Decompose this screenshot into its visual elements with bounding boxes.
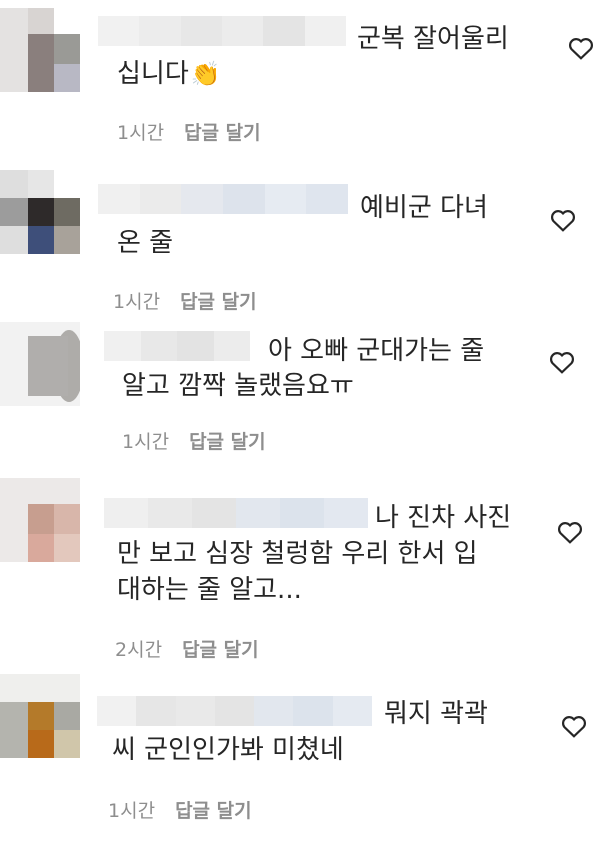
like-heart-icon[interactable] (557, 520, 583, 544)
comment-text: 알고 깜짝 놀랬음요ㅠ (122, 371, 354, 401)
avatar[interactable] (0, 8, 80, 92)
avatar-pixel (54, 34, 80, 64)
comment-text: 대하는 줄 알고... (117, 575, 302, 605)
comment-text: 군복 잘어울리 (357, 24, 509, 54)
timestamp: 1시간 (108, 800, 156, 822)
avatar-pixel (0, 8, 28, 92)
avatar[interactable] (0, 478, 80, 562)
like-heart-icon[interactable] (568, 36, 594, 60)
comment-text: 십니다👏 (117, 57, 221, 92)
comment-text-line: 십니다 (117, 59, 189, 89)
avatar-pixel (28, 226, 54, 254)
avatar-pixel (0, 198, 28, 226)
reply-button[interactable]: 답글 달기 (189, 427, 266, 454)
comment-meta: 1시간 답글 달기 (113, 287, 257, 314)
avatar-pixel (54, 64, 80, 92)
comment-meta: 2시간 답글 달기 (115, 635, 259, 662)
reply-button[interactable]: 답글 달기 (175, 796, 252, 823)
avatar-pixel (28, 534, 54, 562)
avatar-pixel (54, 226, 80, 254)
avatar-pixel (54, 534, 80, 562)
reply-button[interactable]: 답글 달기 (182, 635, 259, 662)
avatar-pixel (54, 730, 80, 758)
username-blurred[interactable] (104, 331, 250, 361)
avatar-pixel (28, 730, 54, 758)
timestamp: 2시간 (115, 639, 163, 661)
clap-icon: 👏 (190, 60, 221, 88)
avatar-pixel (28, 702, 54, 730)
username-blurred[interactable] (97, 696, 372, 726)
like-heart-icon[interactable] (549, 350, 575, 374)
comment-text: 아 오빠 군대가는 줄 (268, 336, 485, 366)
avatar-pixel (28, 34, 54, 92)
avatar-pixel (28, 198, 54, 226)
username-blurred[interactable] (98, 184, 348, 214)
avatar-pixel (54, 198, 80, 226)
avatar-pixel (54, 702, 80, 730)
comment-text: 씨 군인인가봐 미쳤네 (112, 735, 344, 765)
avatar[interactable] (0, 322, 80, 406)
comment-meta: 1시간 답글 달기 (122, 427, 266, 454)
avatar-pixel (0, 702, 28, 758)
avatar[interactable] (0, 170, 80, 254)
timestamp: 1시간 (117, 122, 165, 144)
avatar-pixel (28, 336, 68, 396)
avatar-pixel (28, 170, 54, 198)
like-heart-icon[interactable] (561, 714, 587, 738)
comment-text: 온 줄 (117, 228, 174, 258)
like-heart-icon[interactable] (550, 208, 576, 232)
timestamp: 1시간 (113, 291, 161, 313)
avatar[interactable] (0, 674, 80, 758)
avatar-pixel (54, 504, 80, 534)
comment-text: 뭐지 곽곽 (384, 699, 488, 729)
reply-button[interactable]: 답글 달기 (180, 287, 257, 314)
username-blurred[interactable] (104, 498, 368, 528)
avatar-pixel (28, 504, 54, 534)
comment-text: 나 진차 사진 (375, 503, 512, 533)
timestamp: 1시간 (122, 431, 170, 453)
reply-button[interactable]: 답글 달기 (184, 118, 261, 145)
comment-meta: 1시간 답글 달기 (117, 118, 261, 145)
comment-text: 만 보고 심장 철렁함 우리 한서 입 (117, 539, 478, 569)
comment-text: 예비군 다녀 (360, 193, 488, 223)
username-blurred[interactable] (98, 16, 346, 46)
comment-meta: 1시간 답글 달기 (108, 796, 252, 823)
